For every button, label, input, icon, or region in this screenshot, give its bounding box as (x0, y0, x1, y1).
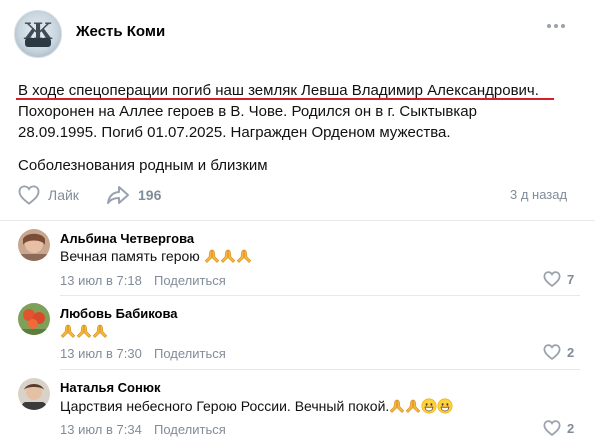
comment-text-body: Царствия небесного Герою России. Вечный … (60, 398, 390, 414)
comment-text: Царствия небесного Герою России. Вечный … (60, 398, 453, 414)
group-name[interactable]: Жесть Коми (76, 23, 165, 40)
comment-like-button[interactable]: 2 (543, 344, 574, 360)
comment-like-button[interactable]: 7 (543, 271, 574, 287)
avatar-photo (18, 378, 50, 410)
post-text: В ходе спецоперации погиб наш земляк Лев… (18, 80, 578, 143)
share-button[interactable]: 196 (106, 184, 161, 206)
folded-hands-emoji (236, 248, 252, 264)
comment-share-link[interactable]: Поделиться (154, 273, 226, 288)
comment-text: Вечная память герою (60, 248, 252, 264)
comment-share-link[interactable]: Поделиться (154, 346, 226, 361)
comment-emojis (389, 398, 453, 414)
comment-like-button[interactable]: 2 (543, 420, 574, 436)
post-line-2: Похоронен на Аллее героев в В. Чове. Род… (18, 103, 477, 120)
comment-emojis (204, 248, 252, 264)
comment-share-link[interactable]: Поделиться (154, 422, 226, 437)
folded-hands-emoji (220, 248, 236, 264)
heart-icon (543, 344, 561, 360)
comment-text-body: Вечная память герою (60, 248, 200, 264)
avatar-photo (18, 229, 50, 261)
post-timestamp[interactable]: 3 д назад (510, 187, 567, 202)
commenter-avatar[interactable] (18, 229, 50, 261)
grinning-face-emoji (437, 398, 453, 414)
commenter-avatar[interactable] (18, 378, 50, 410)
comment-text (60, 323, 108, 339)
comment-date[interactable]: 13 июл в 7:30 (60, 346, 142, 361)
like-icon (18, 185, 40, 205)
group-logo-band (25, 38, 51, 47)
share-icon (107, 186, 129, 204)
folded-hands-emoji (60, 323, 76, 339)
comment-like-count: 7 (567, 271, 575, 287)
folded-hands-emoji (76, 323, 92, 339)
heart-icon (543, 420, 561, 436)
grinning-face-emoji (421, 398, 437, 414)
comment-author[interactable]: Альбина Четвергова (60, 231, 194, 246)
comment-date[interactable]: 13 июл в 7:34 (60, 422, 142, 437)
folded-hands-emoji (92, 323, 108, 339)
commenter-avatar[interactable] (18, 303, 50, 335)
comment-author[interactable]: Наталья Сонюк (60, 380, 160, 395)
heart-icon (543, 271, 561, 287)
comment-date[interactable]: 13 июл в 7:18 (60, 273, 142, 288)
comment-divider (60, 369, 580, 370)
group-avatar[interactable]: Ж (14, 10, 62, 58)
avatar-photo (18, 303, 50, 335)
comment-author[interactable]: Любовь Бабикова (60, 306, 178, 321)
more-icon[interactable] (547, 24, 565, 30)
like-button[interactable]: Лайк (18, 184, 79, 206)
share-count: 196 (138, 187, 162, 203)
comment-divider (60, 295, 580, 296)
divider (0, 220, 595, 221)
comment-like-count: 2 (567, 344, 575, 360)
comment-emojis (60, 323, 108, 339)
like-label: Лайк (48, 187, 79, 203)
post-line-3: 28.09.1995. Погиб 01.07.2025. Награжден … (18, 124, 451, 141)
post-condolence-text: Соболезнования родным и близким (18, 157, 268, 174)
folded-hands-emoji (204, 248, 220, 264)
folded-hands-emoji (405, 398, 421, 414)
red-underline-annotation (16, 98, 554, 100)
comment-like-count: 2 (567, 420, 575, 436)
folded-hands-emoji (389, 398, 405, 414)
